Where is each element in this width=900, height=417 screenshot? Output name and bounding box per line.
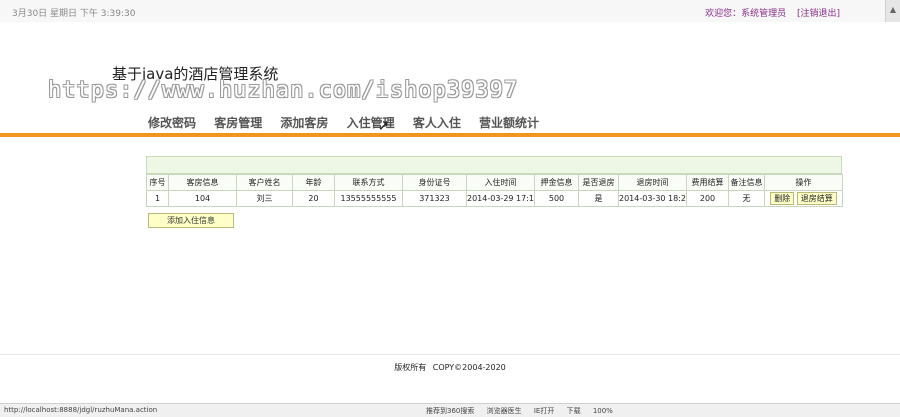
main-nav: 修改密码 客房管理 添加客房 入住管理 客人入住 营业额统计 [148,114,553,130]
status-ie-open[interactable]: IE打开 [534,407,555,415]
cell-room: 104 [168,190,237,207]
col-header: 联系方式 [334,174,403,191]
footer-years: COPY©2004-2020 [432,363,506,372]
col-header: 是否退房 [578,174,619,191]
col-header: 退房时间 [618,174,687,191]
cell-checked-out: 是 [578,190,619,207]
col-header: 押金信息 [534,174,579,191]
cell-checkin-time: 2014-03-29 17:12 [466,190,535,207]
cell-fee: 200 [686,190,729,207]
footer-copyright: 版权所有 [394,363,427,372]
delete-button[interactable]: 删除 [770,192,795,205]
nav-add-room[interactable]: 添加客房 [280,116,328,130]
nav-revenue-stats[interactable]: 营业额统计 [479,116,539,130]
col-header: 费用结算 [686,174,729,191]
cell-guest-name: 刘三 [236,190,293,207]
nav-change-password[interactable]: 修改密码 [148,116,196,130]
cell-index: 1 [146,190,169,207]
table-header-row: 序号 客房信息 客户姓名 年龄 联系方式 身份证号 入住时间 押金信息 是否退房… [146,174,843,191]
col-header: 客户姓名 [236,174,293,191]
status-zoom[interactable]: 100% [593,407,613,415]
table-row: 1 104 刘三 20 13555555555 371323 2014-03-2… [146,190,843,207]
status-url: http://localhost:8888/jdgl/ruzhuMana.act… [4,406,158,414]
col-header: 客房信息 [168,174,237,191]
header-divider [0,133,900,137]
cell-deposit: 500 [534,190,579,207]
footer: 版权所有 COPY©2004-2020 [0,362,900,373]
cell-checkout-time: 2014-03-30 18:28 [618,190,687,207]
browser-status-bar: http://localhost:8888/jdgl/ruzhuMana.act… [0,403,900,417]
cell-phone: 13555555555 [334,190,403,207]
scroll-up-arrow-icon[interactable]: ▲ [885,0,900,22]
col-header: 操作 [764,174,843,191]
col-header: 入住时间 [466,174,535,191]
cell-notes: 无 [728,190,765,207]
col-header: 备注信息 [728,174,765,191]
watermark-text: https://www.huzhan.com/ishop39397 [48,78,519,103]
welcome-text: 欢迎您：系统管理员 [705,9,787,19]
current-datetime: 3月30日 星期日 下午 3:39:30 [12,9,136,19]
top-info-bar: 3月30日 星期日 下午 3:39:30 欢迎您：系统管理员 [注销退出] ▲ [0,0,900,22]
checkin-table: 序号 客房信息 客户姓名 年龄 联系方式 身份证号 入住时间 押金信息 是否退房… [146,174,843,207]
cell-age: 20 [292,190,335,207]
col-header: 身份证号 [402,174,467,191]
status-download[interactable]: 下载 [567,407,581,415]
add-checkin-button[interactable]: 添加入住信息 [148,213,234,228]
col-header: 年龄 [292,174,335,191]
logout-link[interactable]: [注销退出] [797,9,840,19]
status-browser-doctor[interactable]: 浏览器医生 [487,407,522,415]
status-360-search[interactable]: 推荐到360搜索 [426,407,474,415]
status-items: 推荐到360搜索 浏览器医生 IE打开 下载 100% [426,406,623,416]
checkin-table-panel: 序号 客房信息 客户姓名 年龄 联系方式 身份证号 入住时间 押金信息 是否退房… [146,156,843,207]
table-title-strip [146,156,842,174]
checkout-settle-button[interactable]: 退房结算 [796,192,837,205]
nav-room-management[interactable]: 客房管理 [214,116,262,130]
footer-divider [0,354,900,355]
mouse-pointer-icon: ➚ [378,118,390,134]
user-area: 欢迎您：系统管理员 [注销退出] [697,6,840,19]
nav-guest-checkin[interactable]: 客人入住 [413,116,461,130]
cell-actions: 删除 退房结算 [764,190,843,207]
cell-id-number: 371323 [402,190,467,207]
col-header: 序号 [146,174,169,191]
